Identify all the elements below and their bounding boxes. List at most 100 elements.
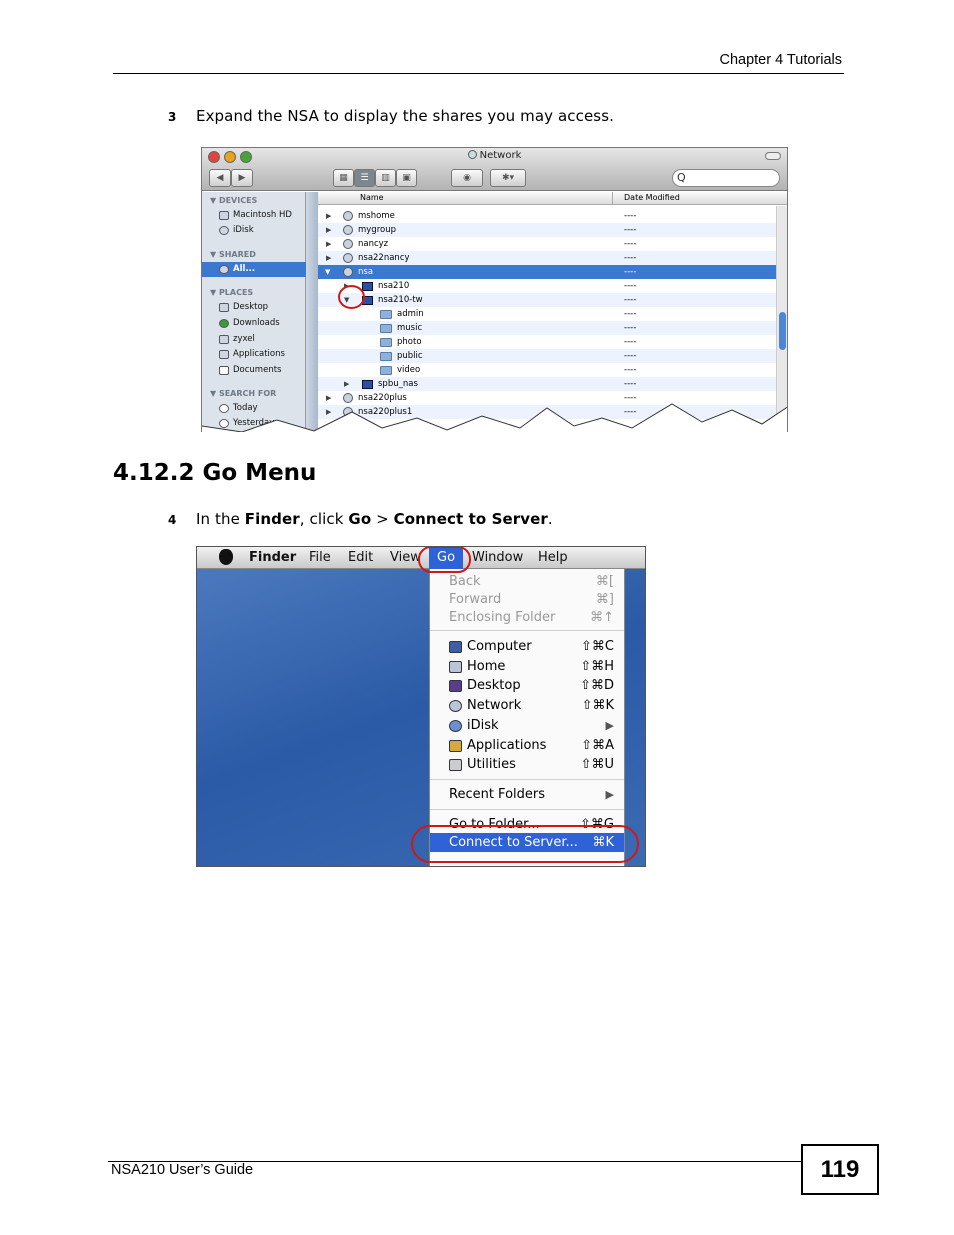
list-item-selected[interactable]: ▼ nsa ---- <box>318 265 776 279</box>
home-icon <box>219 334 229 344</box>
date-column-header[interactable]: Date Modified <box>624 193 680 202</box>
computer-icon <box>449 640 462 653</box>
utilities-icon <box>449 758 462 771</box>
finder-window: Network ◀ ▶ ▦ ☰ ▥ ▣ ◉ ✱▾ Q ▼ DEVICES Mac… <box>201 147 788 432</box>
highlight-circle-go <box>418 547 471 573</box>
disclosure-triangle-icon[interactable]: ▼ <box>325 268 330 276</box>
downloads-icon <box>219 318 229 328</box>
connect-to-server-term: Connect to Server <box>393 510 548 528</box>
forward-button[interactable]: ▶ <box>231 169 253 187</box>
menu-item-applications[interactable]: Applications ⇧⌘A <box>430 736 624 755</box>
list-item[interactable]: admin ---- <box>318 307 776 321</box>
network-icon <box>343 253 353 263</box>
toolbar-toggle-button[interactable] <box>765 152 781 160</box>
quicklook-button[interactable]: ◉ <box>451 169 483 187</box>
column-header: Name Date Modified <box>318 192 787 205</box>
network-icon <box>343 211 353 221</box>
documents-icon <box>219 365 229 375</box>
header-rule <box>113 73 844 74</box>
network-icon <box>467 150 477 159</box>
column-view-button[interactable]: ▥ <box>375 169 396 187</box>
menu-help[interactable]: Help <box>538 550 568 565</box>
sidebar-item-macintosh-hd[interactable]: Macintosh HD <box>219 210 292 220</box>
menu-item-network[interactable]: Network ⇧⌘K <box>430 696 624 715</box>
step-3: 3 Expand the NSA to display the shares yo… <box>168 107 614 125</box>
search-input[interactable]: Q <box>672 169 780 187</box>
disclosure-triangle-icon[interactable]: ▶ <box>344 380 349 388</box>
disclosure-triangle-icon[interactable]: ▶ <box>326 254 331 262</box>
devices-heading: ▼ DEVICES <box>210 196 258 205</box>
home-icon <box>449 660 462 673</box>
sidebar-item-documents[interactable]: Documents <box>219 365 281 375</box>
back-button[interactable]: ◀ <box>209 169 231 187</box>
menu-file[interactable]: File <box>309 550 331 565</box>
list-item[interactable]: video ---- <box>318 363 776 377</box>
finder-term: Finder <box>244 510 300 528</box>
sidebar-item-all[interactable]: All... <box>219 264 255 274</box>
folder-icon <box>380 309 392 319</box>
torn-edge <box>202 403 787 432</box>
folder-icon <box>380 323 392 333</box>
highlight-circle-connect <box>411 825 639 863</box>
list-item[interactable]: ▶ nsa210 ---- <box>318 279 776 293</box>
step-text: Expand the NSA to display the shares you… <box>196 107 614 125</box>
submenu-arrow-icon: ▶ <box>605 788 614 801</box>
folder-icon <box>380 351 392 361</box>
idisk-icon <box>219 225 229 235</box>
shared-heading: ▼ SHARED <box>210 250 256 259</box>
menu-item-enclosing-folder[interactable]: Enclosing Folder ⌘↑ <box>430 608 624 627</box>
list-item[interactable]: music ---- <box>318 321 776 335</box>
hard-drive-icon <box>219 210 229 220</box>
sidebar-item-idisk[interactable]: iDisk <box>219 225 254 235</box>
menu-item-computer[interactable]: Computer ⇧⌘C <box>430 637 624 656</box>
sidebar-item-downloads[interactable]: Downloads <box>219 318 280 328</box>
step-number: 4 <box>168 513 177 527</box>
menu-item-home[interactable]: Home ⇧⌘H <box>430 657 624 676</box>
apple-icon[interactable] <box>219 549 233 565</box>
places-heading: ▼ PLACES <box>210 288 254 297</box>
action-gear-button[interactable]: ✱▾ <box>490 169 526 187</box>
menu-item-forward[interactable]: Forward ⌘] <box>430 590 624 609</box>
page-number: 119 <box>801 1144 879 1195</box>
list-item[interactable]: ▶ mygroup ---- <box>318 223 776 237</box>
step-number: 3 <box>168 110 177 124</box>
menu-item-idisk[interactable]: iDisk ▶ <box>430 716 624 735</box>
menu-item-back[interactable]: Back ⌘[ <box>430 572 624 591</box>
menu-window[interactable]: Window <box>472 550 523 565</box>
menu-item-desktop[interactable]: Desktop ⇧⌘D <box>430 676 624 695</box>
disclosure-triangle-icon[interactable]: ▶ <box>326 226 331 234</box>
list-item[interactable]: photo ---- <box>318 335 776 349</box>
network-icon <box>219 264 229 274</box>
network-icon <box>343 239 353 249</box>
chapter-header: Chapter 4 Tutorials <box>719 52 842 68</box>
menu-view[interactable]: View <box>390 550 421 565</box>
server-icon <box>362 281 373 291</box>
network-icon <box>449 699 462 712</box>
list-view-button[interactable]: ☰ <box>354 169 375 187</box>
server-icon <box>362 379 373 389</box>
list-item[interactable]: ▶ mshome ---- <box>318 209 776 223</box>
sidebar-item-applications[interactable]: Applications <box>219 349 285 359</box>
menu-edit[interactable]: Edit <box>348 550 373 565</box>
list-item[interactable]: ▶ spbu_nas ---- <box>318 377 776 391</box>
icon-view-button[interactable]: ▦ <box>333 169 354 187</box>
coverflow-view-button[interactable]: ▣ <box>396 169 417 187</box>
disclosure-triangle-icon[interactable]: ▶ <box>326 240 331 248</box>
menu-item-utilities[interactable]: Utilities ⇧⌘U <box>430 755 624 774</box>
finder-sidebar: ▼ DEVICES Macintosh HD iDisk ▼ SHARED Al… <box>202 192 306 432</box>
sidebar-item-zyxel[interactable]: zyxel <box>219 334 255 344</box>
scrollbar-thumb[interactable] <box>779 312 786 350</box>
network-icon <box>343 267 353 277</box>
sidebar-divider[interactable] <box>306 192 318 432</box>
menu-item-recent-folders[interactable]: Recent Folders ▶ <box>430 785 624 804</box>
list-item[interactable]: public ---- <box>318 349 776 363</box>
folder-icon <box>380 365 392 375</box>
list-item[interactable]: ▼ nsa210-tw ---- <box>318 293 776 307</box>
list-item[interactable]: ▶ nsa22nancy ---- <box>318 251 776 265</box>
name-column-header[interactable]: Name <box>360 193 384 202</box>
menu-finder[interactable]: Finder <box>249 550 296 565</box>
disclosure-triangle-icon[interactable]: ▶ <box>326 212 331 220</box>
list-item[interactable]: ▶ nancyz ---- <box>318 237 776 251</box>
sidebar-item-desktop[interactable]: Desktop <box>219 302 268 312</box>
menu-separator <box>430 779 624 780</box>
